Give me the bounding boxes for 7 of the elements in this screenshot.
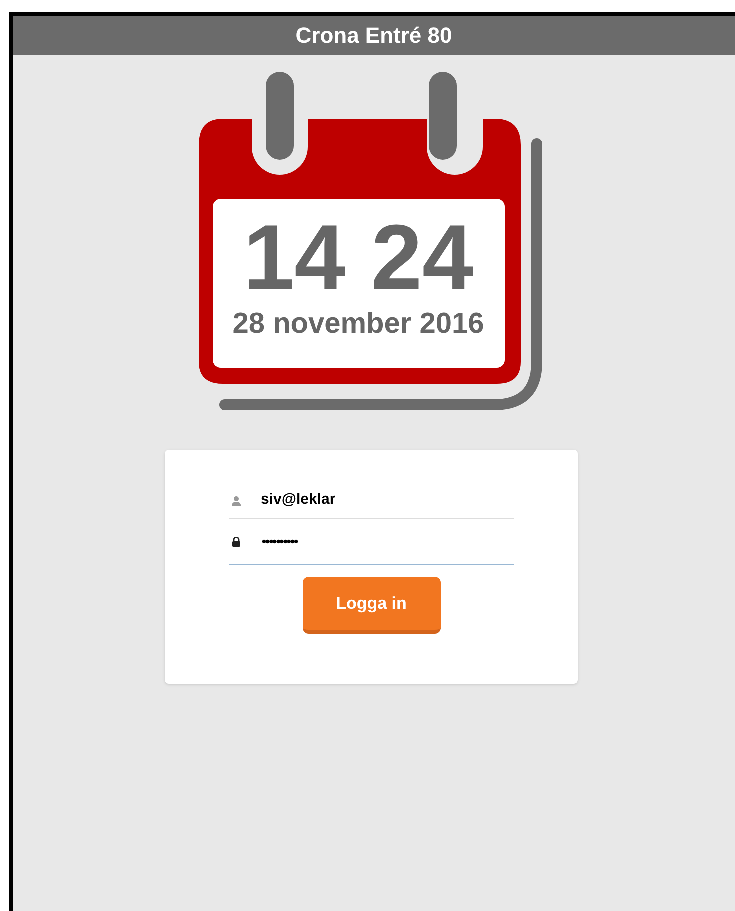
password-field[interactable]: •••••••••• (229, 519, 514, 565)
lock-icon (232, 537, 241, 547)
user-icon (232, 496, 241, 506)
clock-time: 14 24 (243, 212, 474, 304)
username-field[interactable]: siv@leklar (229, 480, 514, 519)
clock-date: 28 november 2016 (232, 307, 484, 342)
window-title: Crona Entré 80 (296, 22, 452, 50)
